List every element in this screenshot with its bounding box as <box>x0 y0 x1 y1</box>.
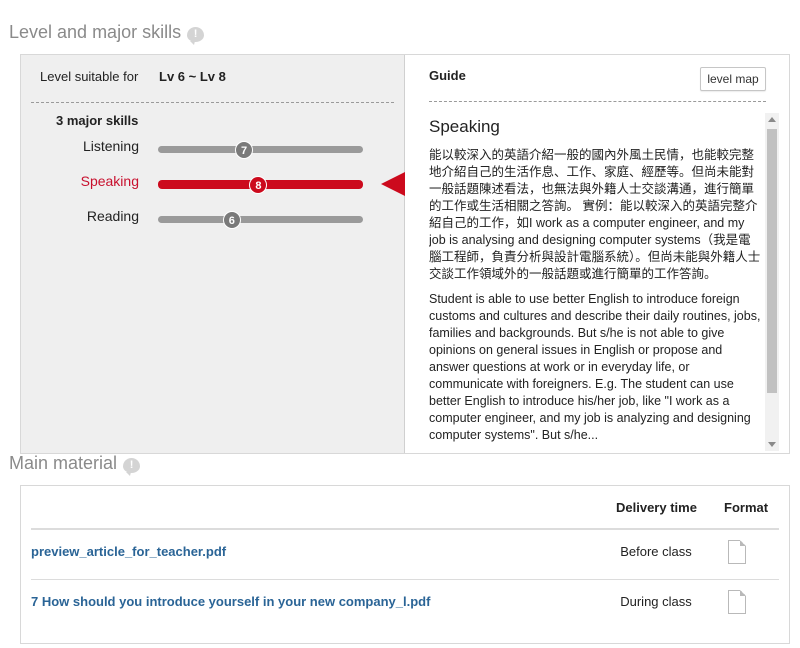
skill-level-knob-reading: 6 <box>222 211 241 229</box>
guide-scrollbar[interactable] <box>765 113 779 451</box>
table-row: 7 How should you introduce yourself in y… <box>31 580 779 630</box>
skill-label-reading: Reading <box>86 208 139 224</box>
document-icon[interactable] <box>728 590 746 614</box>
level-suitable-value: Lv 6 ~ Lv 8 <box>159 69 226 84</box>
level-map-button[interactable]: level map <box>700 67 766 91</box>
skill-row-reading: Reading 6 <box>21 208 405 232</box>
material-section-title: Main material ! <box>9 453 141 476</box>
delivery-time: During class <box>620 594 692 609</box>
scroll-down-icon[interactable] <box>768 442 776 447</box>
guide-content[interactable]: Speaking 能以較深入的英語介紹一般的國內外風土民情，也能較完整地介紹自己… <box>429 113 763 451</box>
major-skills-title: 3 major skills <box>56 113 139 128</box>
material-link[interactable]: 7 How should you introduce yourself in y… <box>31 594 430 609</box>
level-section-title: Level and major skills ! <box>9 22 205 45</box>
guide-paragraph-en: Student is able to use better English to… <box>429 292 761 442</box>
help-icon[interactable]: ! <box>187 26 205 45</box>
help-icon[interactable]: ! <box>123 457 141 476</box>
skills-column: Level suitable for Lv 6 ~ Lv 8 3 major s… <box>21 55 405 453</box>
document-icon[interactable] <box>728 540 746 564</box>
skill-bar-reading: 6 <box>158 211 363 229</box>
guide-heading: Speaking <box>429 117 500 136</box>
divider <box>31 102 394 103</box>
guide-title: Guide <box>429 68 466 83</box>
skill-bar-listening: 7 <box>158 141 363 159</box>
skill-level-knob-speaking: 8 <box>249 176 268 194</box>
skill-label-listening: Listening <box>82 138 139 154</box>
material-section-title-text: Main material <box>9 453 118 473</box>
skill-row-speaking[interactable]: Speaking 8 <box>21 173 405 197</box>
skill-label-speaking[interactable]: Speaking <box>81 173 139 189</box>
guide-paragraph-zh: 能以較深入的英語介紹一般的國內外風土民情，也能較完整地介紹自己的生活作息、工作、… <box>429 148 761 281</box>
guide-column: Guide level map Speaking 能以較深入的英語介紹一般的國內… <box>406 55 789 453</box>
material-table: Delivery time Format preview_article_for… <box>20 485 790 644</box>
delivery-time: Before class <box>620 544 692 559</box>
level-panel: Level suitable for Lv 6 ~ Lv 8 3 major s… <box>20 54 790 454</box>
divider <box>429 101 766 102</box>
scroll-up-icon[interactable] <box>768 117 776 122</box>
column-header-delivery: Delivery time <box>616 500 697 515</box>
level-section-title-text: Level and major skills <box>9 22 182 42</box>
table-row: preview_article_for_teacher.pdf Before c… <box>31 530 779 580</box>
level-suitable-label: Level suitable for <box>40 69 139 84</box>
material-link[interactable]: preview_article_for_teacher.pdf <box>31 544 226 559</box>
skill-bar-speaking[interactable]: 8 <box>158 176 363 194</box>
skill-level-knob-listening: 7 <box>235 141 254 159</box>
scrollbar-thumb[interactable] <box>767 129 777 393</box>
selected-skill-pointer-icon <box>381 172 405 196</box>
skill-row-listening: Listening 7 <box>21 138 405 162</box>
column-header-format: Format <box>724 500 769 515</box>
